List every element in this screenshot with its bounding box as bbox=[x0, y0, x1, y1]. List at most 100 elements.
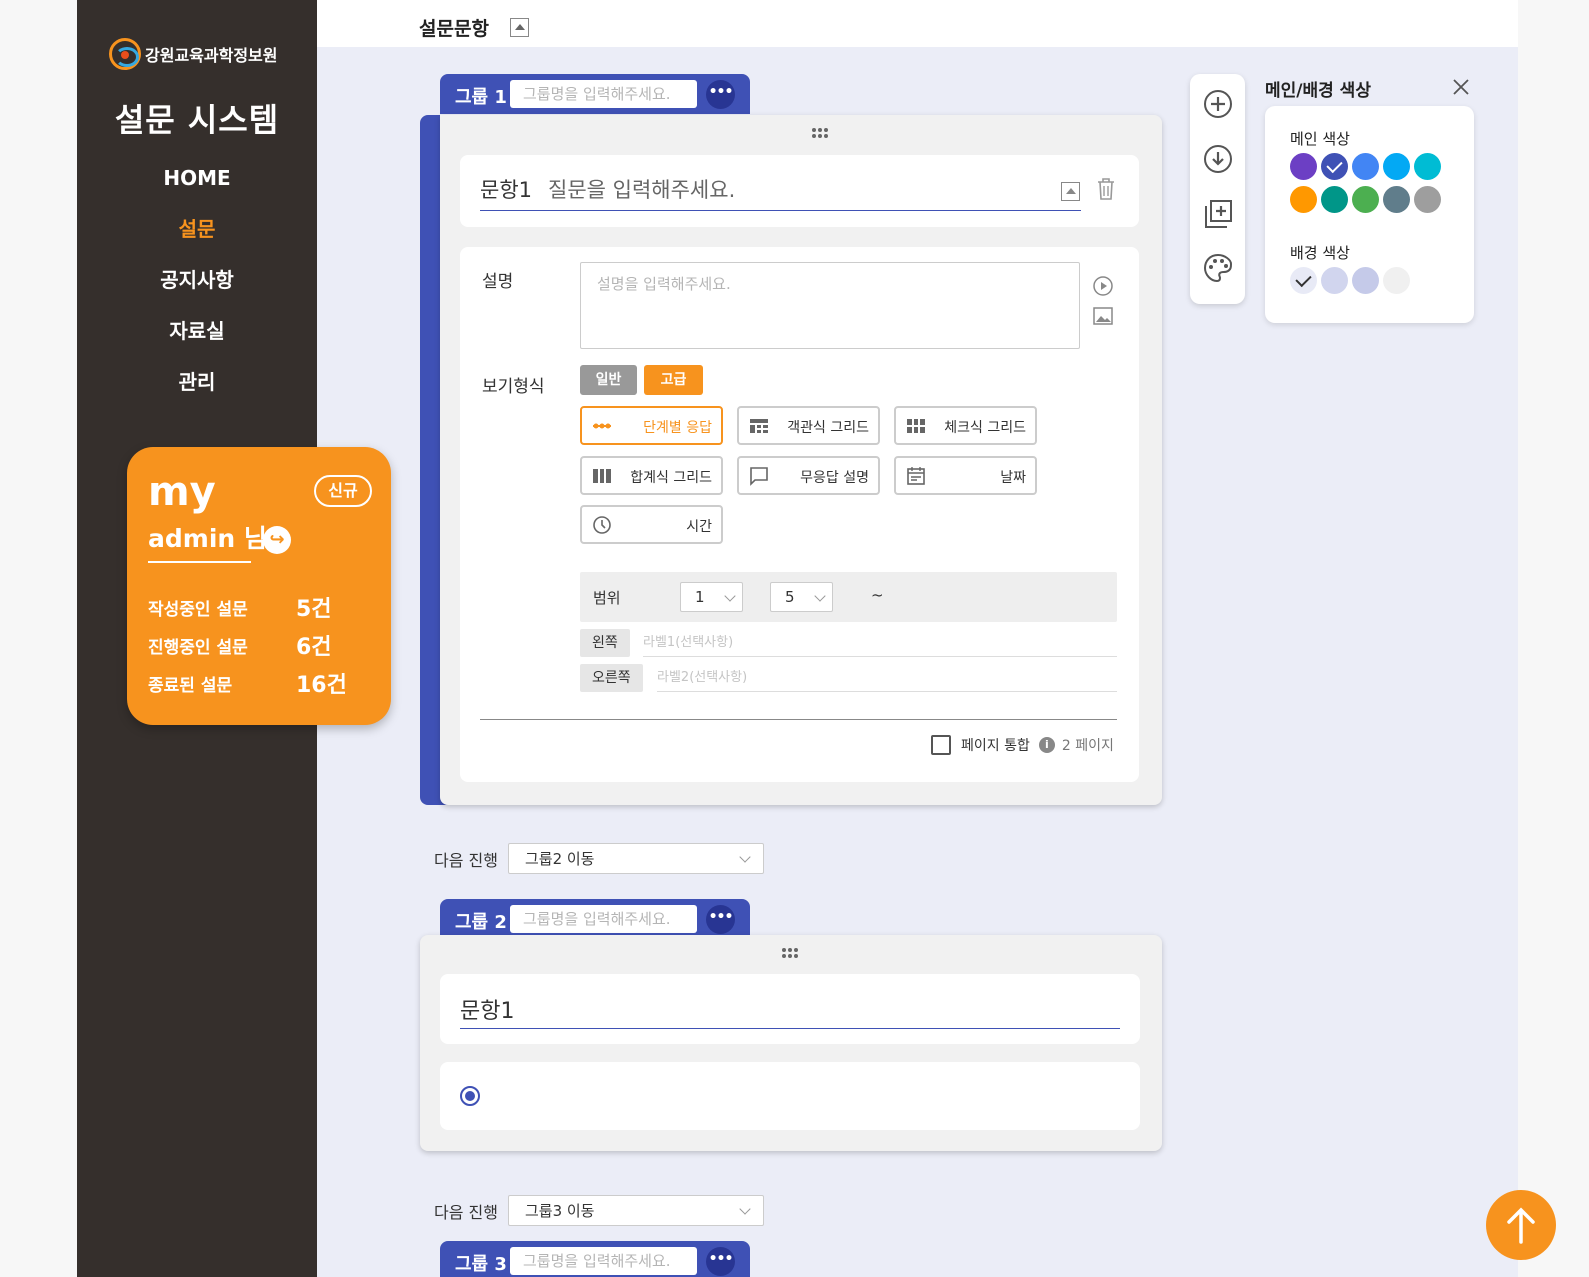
nav-item-admin[interactable]: 관리 bbox=[77, 364, 317, 415]
right-label-tag: 오른쪽 bbox=[580, 664, 643, 692]
chevron-down-icon bbox=[739, 851, 751, 863]
image-icon[interactable] bbox=[1092, 305, 1114, 327]
org-logo-icon bbox=[109, 38, 141, 70]
floating-toolbar bbox=[1190, 74, 1245, 304]
check-grid-icon bbox=[907, 419, 925, 433]
type-check-grid-button[interactable]: 체크식 그리드 bbox=[894, 406, 1037, 445]
type-sum-grid-button[interactable]: 합계식 그리드 bbox=[580, 456, 723, 495]
stat-label: 종료된 설문 bbox=[148, 676, 233, 696]
type-date-button[interactable]: 날짜 bbox=[894, 456, 1037, 495]
group-tab-1: 그룹 1 ••• bbox=[440, 74, 750, 114]
group-card-2: 문항1 bbox=[420, 935, 1162, 1151]
info-icon[interactable]: i bbox=[1038, 737, 1055, 753]
group-name-input[interactable] bbox=[510, 80, 697, 108]
nav-item-archive[interactable]: 자료실 bbox=[77, 313, 317, 364]
trash-icon[interactable] bbox=[1096, 177, 1116, 201]
left-label-input[interactable] bbox=[643, 629, 1117, 657]
next-step-select[interactable]: 그룹2 이동 bbox=[507, 843, 764, 874]
color-panel: 메인 색상 배경 색상 bbox=[1265, 106, 1474, 323]
logout-icon[interactable]: ↪ bbox=[263, 526, 291, 554]
group-more-button[interactable]: ••• bbox=[706, 905, 735, 934]
right-label-input[interactable] bbox=[657, 664, 1117, 692]
clock-icon bbox=[593, 516, 611, 534]
question-collapse-button[interactable] bbox=[1061, 182, 1080, 201]
speech-bubble-icon bbox=[750, 467, 768, 486]
next-step-select[interactable]: 그룹3 이동 bbox=[507, 1195, 764, 1226]
page-merge-row: 페이지 통합 i 2 페이지 bbox=[931, 735, 1114, 755]
group-name-input[interactable] bbox=[510, 1247, 697, 1275]
main-color-label: 메인 색상 bbox=[1290, 130, 1350, 148]
main-color-swatch[interactable] bbox=[1414, 186, 1441, 213]
add-circle-icon[interactable] bbox=[1202, 88, 1234, 120]
nav-item-survey[interactable]: 설문 bbox=[77, 211, 317, 262]
main-color-swatch[interactable] bbox=[1383, 186, 1410, 213]
type-choice-grid-button[interactable]: 객관식 그리드 bbox=[737, 406, 880, 445]
org-logo[interactable]: 강원교육과학정보원 bbox=[109, 38, 277, 70]
question-header: 문항1 bbox=[440, 974, 1140, 1044]
mode-normal-button[interactable]: 일반 bbox=[580, 365, 637, 395]
divider bbox=[480, 719, 1117, 720]
mode-advanced-button[interactable]: 고급 bbox=[644, 365, 703, 395]
bg-color-swatch[interactable] bbox=[1290, 267, 1317, 294]
stat-count: 16건 bbox=[296, 673, 347, 698]
main-color-swatch[interactable] bbox=[1321, 186, 1348, 213]
next-step-row-1: 다음 진행 그룹2 이동 bbox=[434, 843, 764, 874]
grid-icon bbox=[750, 419, 768, 433]
collapse-all-button[interactable] bbox=[510, 18, 529, 37]
main-color-swatch[interactable] bbox=[1414, 153, 1441, 180]
my-summary-card: my 신규 admin 님 ↪ 작성중인 설문 5건 진행중인 설문 6건 종료된 설문 16건 bbox=[127, 447, 391, 725]
main-color-swatch[interactable] bbox=[1290, 153, 1317, 180]
next-step-row-2: 다음 진행 그룹3 이동 bbox=[434, 1195, 764, 1226]
radio-option[interactable] bbox=[460, 1086, 480, 1106]
arrow-up-icon bbox=[1507, 1207, 1535, 1244]
new-survey-button[interactable]: 신규 bbox=[314, 475, 372, 507]
app: 강원교육과학정보원 설문 시스템 HOME 설문 공지사항 자료실 관리 설문문… bbox=[77, 0, 1518, 1277]
nav-item-home[interactable]: HOME bbox=[77, 160, 317, 211]
dots-line-icon bbox=[593, 423, 611, 429]
import-down-icon[interactable] bbox=[1202, 143, 1234, 175]
main-color-swatch[interactable] bbox=[1290, 186, 1317, 213]
type-label: 객관식 그리드 bbox=[787, 420, 869, 436]
group-card-1: 문항1 질문을 입력해주세요. 설명 보기형식 일반 고급 bbox=[440, 115, 1162, 805]
bg-color-swatch[interactable] bbox=[1321, 267, 1348, 294]
stat-count: 5건 bbox=[296, 597, 332, 622]
question-placeholder: 질문을 입력해주세요. bbox=[548, 178, 736, 202]
survey-stat-row[interactable]: 작성중인 설문 5건 bbox=[148, 595, 368, 622]
close-icon[interactable] bbox=[1452, 78, 1470, 96]
video-play-icon[interactable] bbox=[1092, 275, 1114, 297]
scroll-to-top-button[interactable] bbox=[1486, 1190, 1556, 1260]
bg-color-swatch[interactable] bbox=[1352, 267, 1379, 294]
main-color-swatch[interactable] bbox=[1352, 153, 1379, 180]
group-more-button[interactable]: ••• bbox=[706, 80, 735, 109]
survey-stat-row[interactable]: 종료된 설문 16건 bbox=[148, 671, 368, 698]
range-label: 범위 bbox=[593, 589, 621, 607]
drag-handle-icon[interactable] bbox=[782, 948, 802, 958]
range-max-select[interactable]: 5 bbox=[770, 582, 833, 612]
type-time-button[interactable]: 시간 bbox=[580, 505, 723, 544]
add-group-icon[interactable] bbox=[1202, 198, 1234, 230]
group-name-input[interactable] bbox=[510, 905, 697, 933]
nav-item-notice[interactable]: 공지사항 bbox=[77, 262, 317, 313]
drag-handle-icon[interactable] bbox=[812, 128, 832, 138]
main-color-swatch[interactable] bbox=[1321, 153, 1348, 180]
question-title-field[interactable]: 문항1 질문을 입력해주세요. bbox=[480, 174, 1081, 211]
bg-color-swatch[interactable] bbox=[1383, 267, 1410, 294]
type-label: 체크식 그리드 bbox=[944, 420, 1026, 436]
survey-stat-row[interactable]: 진행중인 설문 6건 bbox=[148, 633, 368, 660]
description-textarea[interactable] bbox=[580, 262, 1080, 349]
range-min-select[interactable]: 1 bbox=[680, 582, 743, 612]
chevron-down-icon bbox=[724, 590, 736, 602]
stat-label: 진행중인 설문 bbox=[148, 638, 248, 658]
type-stepwise-button[interactable]: 단계별 응답 bbox=[580, 406, 723, 445]
page-count: 2 페이지 bbox=[1061, 738, 1114, 754]
chevron-down-icon bbox=[739, 1203, 751, 1215]
main-color-swatch[interactable] bbox=[1352, 186, 1379, 213]
page-merge-checkbox[interactable] bbox=[931, 735, 951, 755]
view-type-label: 보기형식 bbox=[482, 377, 545, 397]
main-color-swatch[interactable] bbox=[1383, 153, 1410, 180]
question-title-field[interactable]: 문항1 bbox=[460, 993, 1120, 1029]
palette-icon[interactable] bbox=[1202, 252, 1234, 284]
group-more-button[interactable]: ••• bbox=[706, 1247, 735, 1276]
main-nav: HOME 설문 공지사항 자료실 관리 bbox=[77, 160, 317, 415]
type-no-response-button[interactable]: 무응답 설명 bbox=[737, 456, 880, 495]
